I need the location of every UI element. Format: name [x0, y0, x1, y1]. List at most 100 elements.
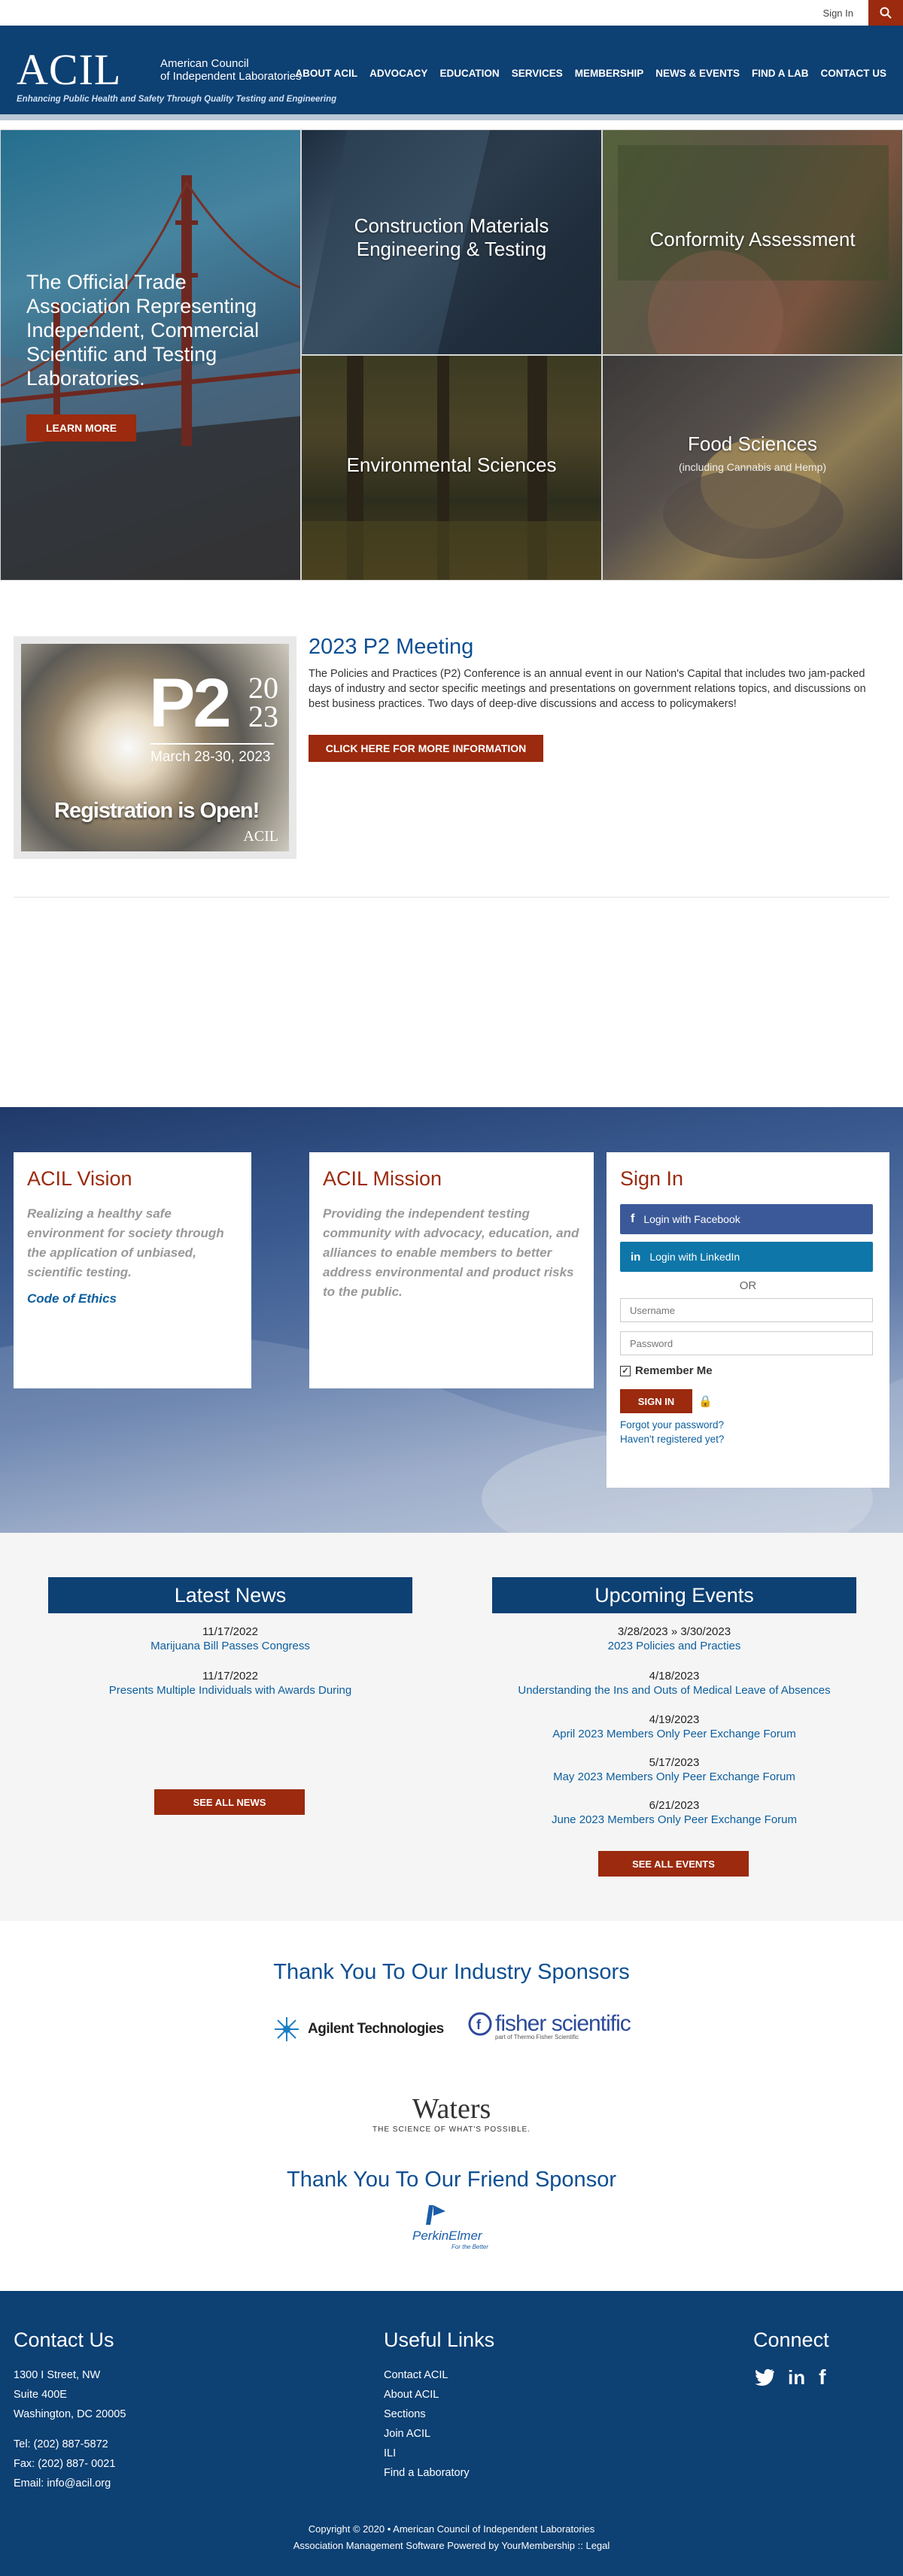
- tile-food-sublabel: (including Cannabis and Hemp): [678, 461, 827, 473]
- footer-link-ili[interactable]: ILI: [384, 2444, 494, 2463]
- username-input[interactable]: [620, 1298, 873, 1322]
- facebook-login-button[interactable]: f Login with Facebook: [620, 1204, 873, 1234]
- footer-link-about[interactable]: About ACIL: [384, 2385, 494, 2405]
- code-of-ethics-link[interactable]: Code of Ethics: [27, 1291, 238, 1306]
- p2-more-info-button[interactable]: CLICK HERE FOR MORE INFORMATION: [309, 735, 543, 762]
- vision-card: ACIL Vision Realizing a healthy safe env…: [14, 1152, 251, 1388]
- event-item[interactable]: 3/28/2023 » 3/30/2023 2023 Policies and …: [492, 1625, 856, 1653]
- nav-advocacy[interactable]: ADVOCACY: [369, 68, 427, 79]
- nav-news-events[interactable]: NEWS & EVENTS: [655, 68, 740, 79]
- signin-button[interactable]: SIGN IN: [620, 1389, 692, 1413]
- footer-contact: Contact Us 1300 I Street, NW Suite 400E …: [14, 2329, 126, 2493]
- footer-email[interactable]: Email: info@acil.org: [14, 2474, 126, 2493]
- waters-name: Waters: [412, 2093, 491, 2125]
- nav-about[interactable]: ABOUT ACIL: [295, 68, 357, 79]
- footer-link-join[interactable]: Join ACIL: [384, 2424, 494, 2444]
- see-all-events-button[interactable]: SEE ALL EVENTS: [598, 1851, 749, 1877]
- news-title[interactable]: Marijuana Bill Passes Congress: [48, 1639, 412, 1653]
- logo-org-line2: of Independent Laboratories: [160, 70, 302, 83]
- news-item[interactable]: 11/17/2022 Marijuana Bill Passes Congres…: [48, 1625, 412, 1653]
- fisher-logo[interactable]: f fisher scientific part of Thermo Fishe…: [468, 2011, 631, 2040]
- footer-link-contact[interactable]: Contact ACIL: [384, 2365, 494, 2385]
- address-line: 1300 I Street, NW: [14, 2369, 101, 2381]
- nav-membership[interactable]: MEMBERSHIP: [575, 68, 644, 79]
- linkedin-footer-icon[interactable]: in: [788, 2366, 805, 2389]
- event-item[interactable]: 6/21/2023 June 2023 Members Only Peer Ex…: [492, 1798, 856, 1827]
- register-link[interactable]: Haven't registered yet?: [620, 1434, 876, 1445]
- hero-main-tile: The Official Trade Association Represent…: [0, 129, 301, 581]
- footer-tel[interactable]: Tel: (202) 887-5872: [14, 2435, 126, 2454]
- logo-org-name: American Council of Independent Laborato…: [160, 57, 302, 83]
- mission-card: ACIL Mission Providing the independent t…: [309, 1152, 594, 1388]
- signin-card: Sign In f Login with Facebook in Login w…: [607, 1152, 889, 1488]
- logo[interactable]: ACIL: [17, 48, 121, 92]
- event-title[interactable]: June 2023 Members Only Peer Exchange For…: [492, 1813, 856, 1827]
- footer-connect-title: Connect: [753, 2329, 829, 2351]
- p2-title[interactable]: 2023 P2 Meeting: [309, 635, 473, 660]
- tagline: Enhancing Public Health and Safety Throu…: [17, 95, 337, 104]
- search-button[interactable]: [868, 0, 903, 26]
- event-date: 3/28/2023 » 3/30/2023: [617, 1625, 731, 1638]
- p2-year-bottom: 23: [248, 699, 278, 733]
- news-item[interactable]: 11/17/2022 Presents Multiple Individuals…: [48, 1669, 412, 1698]
- mission-text: Providing the independent testing commun…: [323, 1206, 579, 1299]
- nav-contact[interactable]: CONTACT US: [821, 68, 887, 79]
- event-title[interactable]: May 2023 Members Only Peer Exchange Foru…: [492, 1770, 856, 1784]
- p2-year-top: 20: [248, 671, 278, 705]
- event-date: 6/21/2023: [649, 1799, 700, 1812]
- p2-big-text: P2: [149, 665, 232, 742]
- learn-more-button[interactable]: LEARN MORE: [26, 414, 136, 441]
- event-item[interactable]: 4/19/2023 April 2023 Members Only Peer E…: [492, 1713, 856, 1741]
- event-date: 4/19/2023: [649, 1713, 700, 1726]
- p2-promo-image[interactable]: P2 20 23 March 28-30, 2023 Registration …: [14, 636, 296, 859]
- facebook-footer-icon[interactable]: f: [819, 2365, 825, 2389]
- event-date: 5/17/2023: [649, 1756, 700, 1769]
- p2-description: The Policies and Practices (P2) Conferen…: [309, 668, 866, 710]
- tile-conformity-label: Conformity Assessment: [649, 228, 856, 250]
- remember-checkbox[interactable]: ✓: [620, 1365, 631, 1376]
- event-title[interactable]: Understanding the Ins and Outs of Medica…: [492, 1683, 856, 1698]
- top-signin-link[interactable]: Sign In: [823, 8, 853, 19]
- upcoming-events-header: Upcoming Events: [492, 1577, 856, 1613]
- signin-row: SIGN IN 🔒: [620, 1389, 876, 1413]
- event-item[interactable]: 4/18/2023 Understanding the Ins and Outs…: [492, 1669, 856, 1698]
- event-title[interactable]: 2023 Policies and Practies: [492, 1639, 856, 1653]
- copyright: Copyright © 2020 • American Council of I…: [0, 2521, 903, 2554]
- p2-dates: March 28-30, 2023: [150, 749, 271, 765]
- nav-services[interactable]: SERVICES: [512, 68, 563, 79]
- perkinelmer-name: PerkinElmer: [412, 2229, 482, 2243]
- perkinelmer-mark-icon: [426, 2205, 445, 2225]
- agilent-logo[interactable]: Agilent Technologies: [273, 2016, 444, 2043]
- footer-links-title: Useful Links: [384, 2329, 495, 2351]
- or-separator: OR: [739, 1279, 757, 1292]
- agilent-spark-icon: [275, 2017, 299, 2041]
- footer-link-sections[interactable]: Sections: [384, 2405, 494, 2424]
- event-item[interactable]: 5/17/2023 May 2023 Members Only Peer Exc…: [492, 1755, 856, 1784]
- event-title[interactable]: April 2023 Members Only Peer Exchange Fo…: [492, 1727, 856, 1741]
- password-input[interactable]: [620, 1331, 873, 1355]
- mission-title: ACIL Mission: [323, 1167, 442, 1190]
- search-icon: [880, 7, 892, 19]
- nav-find-a-lab[interactable]: FIND A LAB: [752, 68, 809, 79]
- waters-logo[interactable]: Waters THE SCIENCE OF WHAT'S POSSIBLE.: [0, 2092, 903, 2134]
- twitter-icon[interactable]: [753, 2368, 774, 2386]
- perkinelmer-tagline: For the Better: [451, 2244, 488, 2250]
- social-links: in f: [753, 2365, 829, 2389]
- tile-food[interactable]: Food Sciences (including Cannabis and He…: [602, 355, 903, 581]
- nav-education[interactable]: EDUCATION: [439, 68, 499, 79]
- perkinelmer-logo[interactable]: PerkinElmer For the Better: [412, 2205, 491, 2250]
- main-nav: ABOUT ACIL ADVOCACY EDUCATION SERVICES M…: [295, 68, 886, 79]
- tile-environmental[interactable]: Environmental Sciences: [301, 355, 602, 581]
- powered-by-line[interactable]: Association Management Software Powered …: [0, 2538, 903, 2554]
- news-title[interactable]: Presents Multiple Individuals with Award…: [48, 1683, 412, 1698]
- svg-text:f: f: [476, 2017, 482, 2032]
- footer-fax: Fax: (202) 887- 0021: [14, 2458, 116, 2470]
- copyright-line: Copyright © 2020 • American Council of I…: [308, 2523, 595, 2535]
- remember-me[interactable]: ✓ Remember Me: [620, 1364, 876, 1377]
- footer-link-find-lab[interactable]: Find a Laboratory: [384, 2463, 494, 2483]
- linkedin-login-button[interactable]: in Login with LinkedIn: [620, 1242, 873, 1272]
- see-all-news-button[interactable]: SEE ALL NEWS: [154, 1789, 305, 1815]
- forgot-password-link[interactable]: Forgot your password?: [620, 1419, 876, 1431]
- tile-conformity[interactable]: Conformity Assessment: [602, 129, 903, 355]
- tile-construction[interactable]: Construction Materials Engineering & Tes…: [301, 129, 602, 355]
